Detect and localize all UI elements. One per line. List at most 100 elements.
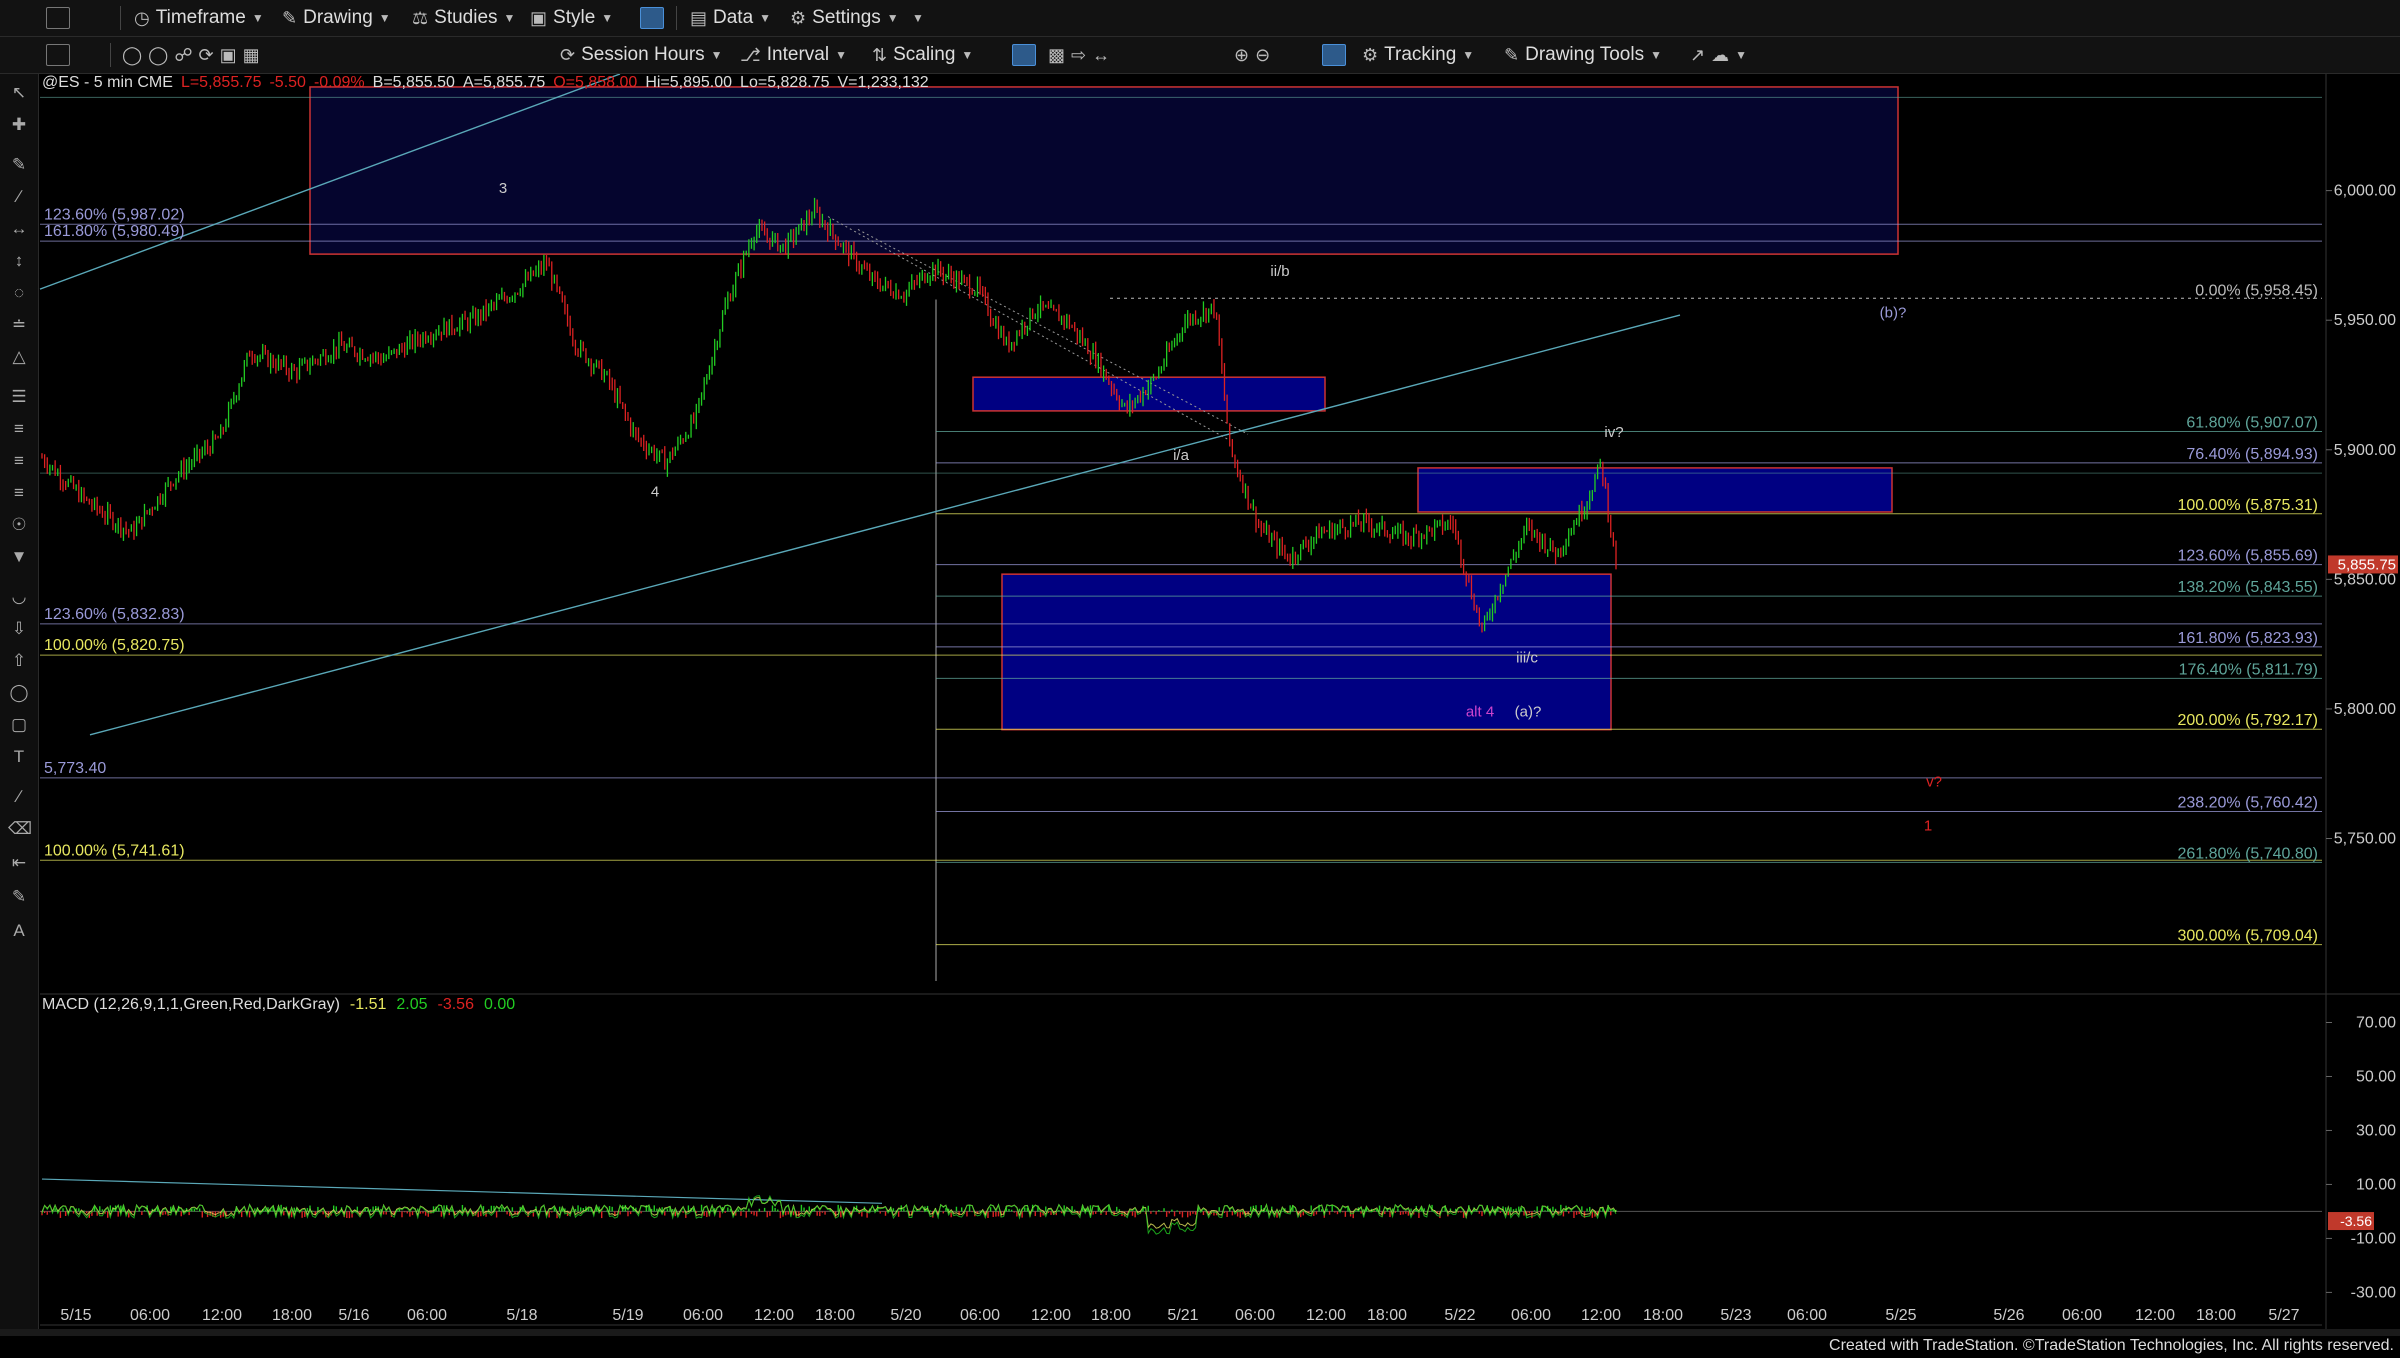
ask-price: A=5,855.75 [462, 74, 546, 91]
circle-tool-icon[interactable]: ◯ [148, 45, 168, 66]
macd-trendline [41, 1178, 883, 1204]
upper-target-box [309, 86, 1899, 255]
window-icon[interactable] [46, 7, 70, 29]
chevron-down-icon: ▼ [835, 48, 847, 62]
data-menu[interactable]: ▤ Data ▼ [690, 6, 771, 30]
settings-menu[interactable]: ⚙ Settings ▼ [790, 6, 899, 30]
volume: V=1,233,132 [837, 74, 929, 91]
bar-chart-icon: ▤ [690, 7, 708, 28]
price-chart[interactable]: 0.00% (5,958.45) 61.80% (5,907.07) 76.40% … [0, 73, 2400, 1344]
chart-area[interactable]: 0.00% (5,958.45) 61.80% (5,907.07) 76.40% … [0, 73, 2400, 1344]
time-tick-label: 12:00 [2135, 1307, 2175, 1324]
time-tick-label: 12:00 [202, 1307, 242, 1324]
change: -5.50 [269, 74, 306, 91]
cloud-icon[interactable]: ☁ [1711, 45, 1729, 66]
circle-tool-icon[interactable]: ◯ [122, 45, 142, 66]
time-tick-label: 5/20 [890, 1307, 921, 1324]
style-icon: ▣ [530, 7, 548, 28]
camera-icon[interactable]: ▣ [220, 45, 237, 66]
bar-style-icon[interactable] [1012, 44, 1036, 66]
refresh-icon[interactable]: ⟳ [199, 45, 214, 66]
zoom-out-icon[interactable]: ⊖ [1255, 45, 1270, 66]
high-price: Hi=5,895.00 [645, 74, 733, 91]
fib-label-left: 5,773.40 [44, 760, 106, 777]
fib-label-left: 123.60% (5,832.83) [44, 606, 185, 623]
fib-label-right: 0.00% (5,958.45) [2195, 282, 2318, 299]
box-5920 [972, 376, 1326, 412]
time-tick-label: 18:00 [2196, 1307, 2236, 1324]
time-tick-label: 12:00 [1581, 1307, 1621, 1324]
scaling-icon: ⇅ [872, 44, 888, 65]
open-price: O=5,858.00 [553, 74, 638, 91]
time-tick-label: 12:00 [754, 1307, 794, 1324]
scaling-menu[interactable]: ⇅ Scaling ▼ [872, 43, 973, 67]
wave-label: i/a [1173, 447, 1190, 464]
fib-label-left: 161.80% (5,980.49) [44, 223, 185, 240]
fib-label-right: 261.80% (5,740.80) [2177, 845, 2318, 862]
pencil-icon: ✎ [282, 7, 298, 28]
wave-label: (a)? [1515, 704, 1542, 721]
style-menu[interactable]: ▣ Style ▼ [530, 6, 613, 30]
time-tick-label: 5/22 [1444, 1307, 1475, 1324]
main-toolbar: ◷ Timeframe ▼ ✎ Drawing ▼ ⚖ Studies ▼ ▣ … [0, 0, 2400, 37]
tracking-menu[interactable]: ⚙ Tracking ▼ [1362, 43, 1474, 67]
fib-label-right: 123.60% (5,855.69) [2177, 548, 2318, 565]
last-price-tag-label: 5,855.75 [2338, 556, 2396, 573]
wave-label: iii/c [1516, 649, 1538, 666]
chart-layout-icon[interactable] [640, 7, 664, 29]
chart-header: @ES - 5 min CME L=5,855.75 -5.50 -0.09% … [42, 74, 929, 92]
footer-credit: Created with TradeStation. ©TradeStation… [1829, 1337, 2394, 1354]
wave-label: 1 [1924, 818, 1932, 835]
macd-value: -1.51 [349, 996, 387, 1013]
interval-menu[interactable]: ⎇ Interval ▼ [740, 43, 847, 67]
macd-zero-value: 0.00 [483, 996, 516, 1013]
session-hours-menu[interactable]: ⟳ Session Hours ▼ [560, 43, 723, 67]
pencil-icon: ✎ [1504, 44, 1520, 65]
time-tick-label: 12:00 [1031, 1307, 1071, 1324]
scroll-icon[interactable]: ⇨ [1071, 45, 1086, 66]
fib-label-left: 100.00% (5,820.75) [44, 637, 185, 654]
time-tick-label: 06:00 [1511, 1307, 1551, 1324]
drawing-menu[interactable]: ✎ Drawing ▼ [282, 6, 391, 30]
candles-icon[interactable]: ▩ [1048, 45, 1065, 66]
wave-label: v? [1926, 774, 1942, 791]
window-icon[interactable] [46, 44, 70, 66]
timeframe-menu[interactable]: ◷ Timeframe ▼ [134, 6, 264, 30]
fib-label-right: 61.80% (5,907.07) [2186, 414, 2318, 431]
macd-last-tag-label: -3.56 [2340, 1213, 2372, 1229]
lock-icon[interactable]: ▦ [243, 45, 260, 66]
interval-icon: ⎇ [740, 44, 761, 65]
time-tick-label: 5/25 [1885, 1307, 1916, 1324]
expand-icon[interactable]: ↔ [1092, 45, 1110, 66]
wave-label: 3 [499, 180, 507, 197]
chevron-down-icon: ▼ [912, 11, 924, 25]
price-tick-label: 5,900.00 [2334, 442, 2396, 459]
more-menu[interactable]: ▼ [912, 6, 924, 30]
time-tick-label: 18:00 [815, 1307, 855, 1324]
zoom-in-icon[interactable]: ⊕ [1234, 45, 1249, 66]
fib-label-right: 76.40% (5,894.93) [2186, 446, 2318, 463]
chevron-down-icon: ▼ [503, 11, 516, 25]
fib-label-right: 200.00% (5,792.17) [2177, 712, 2318, 729]
time-tick-label: 5/27 [2268, 1307, 2299, 1324]
time-tick-label: 06:00 [683, 1307, 723, 1324]
time-tick-label: 5/23 [1720, 1307, 1751, 1324]
chevron-down-icon: ▼ [251, 11, 264, 25]
last-price: L=5,855.75 [180, 74, 262, 91]
drawing-tools-menu[interactable]: ✎ Drawing Tools ▼ [1504, 43, 1662, 67]
chevron-down-icon[interactable]: ▼ [1735, 48, 1747, 62]
symbol-label: @ES - 5 min CME [42, 74, 173, 91]
fib-label-left: 123.60% (5,987.02) [44, 206, 185, 223]
clock-icon: ◷ [134, 7, 150, 28]
link-icon[interactable]: ☍ [174, 45, 192, 66]
time-tick-label: 18:00 [272, 1307, 312, 1324]
time-tick-label: 06:00 [407, 1307, 447, 1324]
gear-icon: ⚙ [790, 7, 807, 28]
time-tick-label: 5/21 [1167, 1307, 1198, 1324]
fib-label-right: 138.20% (5,843.55) [2177, 579, 2318, 596]
studies-menu[interactable]: ⚖ Studies ▼ [412, 6, 515, 30]
export-icon[interactable]: ↗ [1690, 45, 1705, 66]
grid-icon[interactable] [1322, 44, 1346, 66]
time-tick-label: 06:00 [960, 1307, 1000, 1324]
wave-label: 4 [651, 483, 659, 500]
